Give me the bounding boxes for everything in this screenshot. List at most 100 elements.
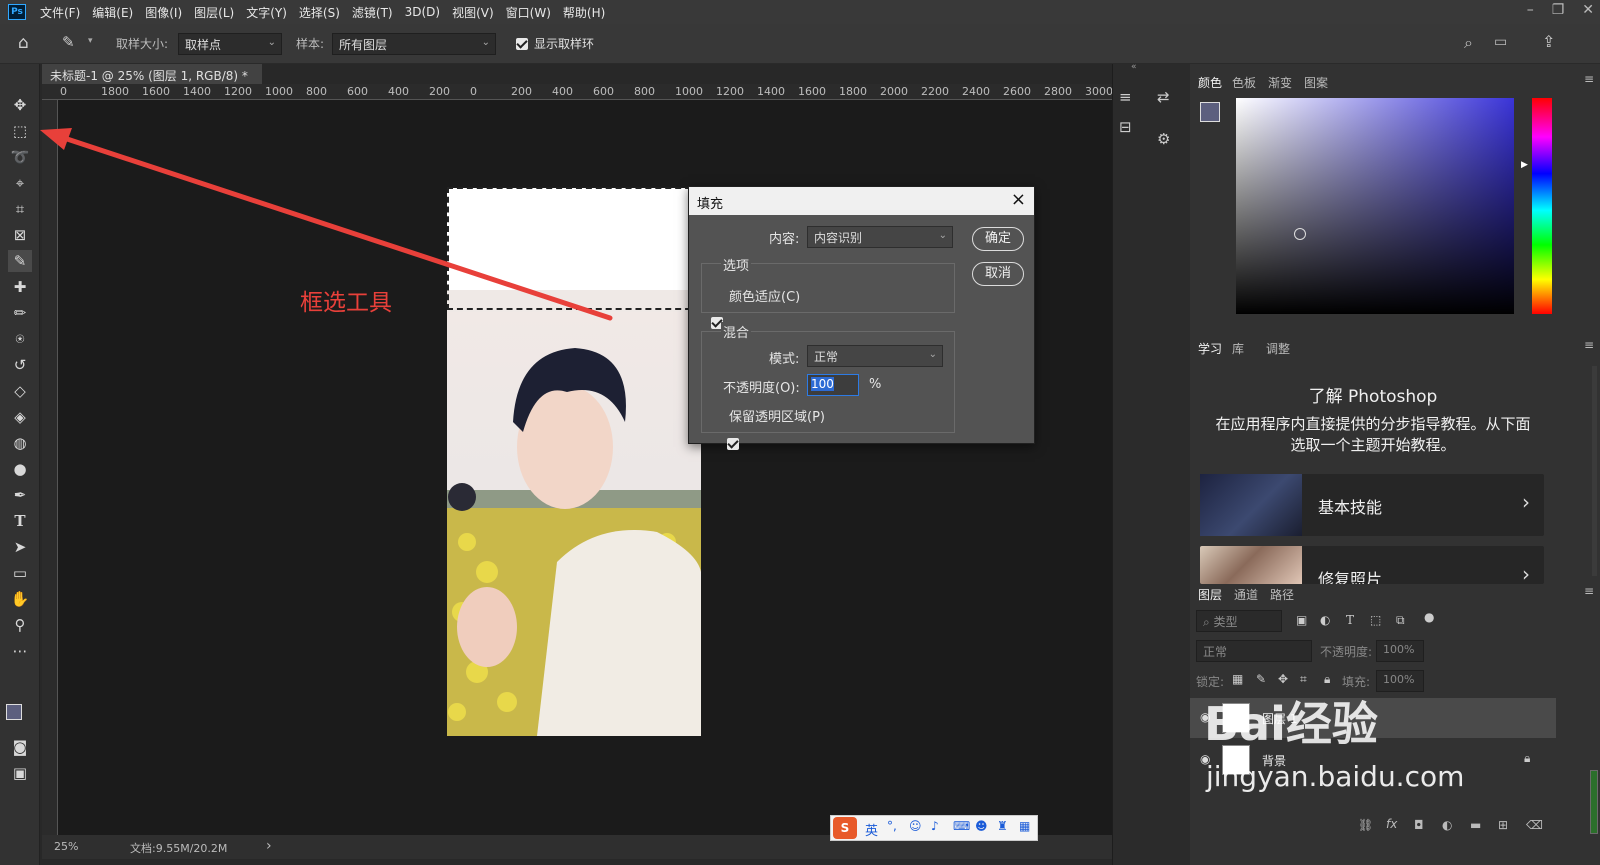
grid-icon[interactable]: ▦ xyxy=(1019,819,1030,833)
layer-filter-select[interactable]: ⌕ 类型 xyxy=(1196,610,1282,632)
paint-bucket-tool-icon[interactable]: ◈ xyxy=(8,406,32,428)
adjustment-icon[interactable]: ◐ xyxy=(1442,818,1452,832)
learn-scrollbar[interactable] xyxy=(1592,366,1597,576)
fx-icon[interactable]: fx xyxy=(1386,817,1397,831)
properties-icon[interactable]: ⚙ xyxy=(1157,130,1170,148)
panel-menu-icon[interactable]: ≡ xyxy=(1584,584,1594,598)
layers-scrollbar[interactable] xyxy=(1590,770,1598,834)
history-icon[interactable]: ⇄ xyxy=(1157,88,1170,106)
more-tools-icon[interactable]: ⋯ xyxy=(8,640,32,662)
brush-tool-icon[interactable]: ✏ xyxy=(8,302,32,324)
blend-mode-select[interactable]: 正常 xyxy=(1196,640,1312,662)
punct-icon[interactable]: °, xyxy=(887,819,897,833)
type-tool-icon[interactable]: T xyxy=(8,510,32,532)
stamp-tool-icon[interactable]: ⍟ xyxy=(8,328,32,350)
shape-filter-icon[interactable]: ⬚ xyxy=(1370,613,1381,627)
type-filter-icon[interactable]: T xyxy=(1346,613,1354,627)
quick-select-tool-icon[interactable]: ⌖ xyxy=(8,172,32,194)
ime-lang[interactable]: 英 xyxy=(865,820,878,839)
lasso-tool-icon[interactable]: ➰ xyxy=(8,146,32,168)
preserve-transparency-checkbox[interactable] xyxy=(726,438,739,450)
tab-gradients[interactable]: 渐变 xyxy=(1268,74,1292,91)
frame-tool-icon[interactable]: ⊠ xyxy=(8,224,32,246)
hue-slider-marker-icon[interactable]: ▶ xyxy=(1521,160,1528,170)
tab-color[interactable]: 颜色 xyxy=(1198,74,1222,91)
sample-select[interactable]: 所有图层 ⌄ xyxy=(332,33,496,55)
tab-swatches[interactable]: 色板 xyxy=(1232,74,1256,91)
eyedropper-icon[interactable]: ✎ xyxy=(62,33,75,51)
menu-file[interactable]: 文件(F) xyxy=(34,4,86,21)
panel-menu-icon[interactable]: ≡ xyxy=(1584,72,1594,86)
tab-patterns[interactable]: 图案 xyxy=(1304,74,1328,91)
menu-image[interactable]: 图像(I) xyxy=(139,4,188,21)
panel-menu-icon[interactable]: ≡ xyxy=(1584,338,1594,352)
foreground-swatch[interactable] xyxy=(1200,102,1220,122)
search-icon[interactable]: ⌕ xyxy=(1464,33,1473,53)
menu-view[interactable]: 视图(V) xyxy=(446,4,500,21)
chevron-down-icon[interactable]: ▾ xyxy=(88,36,93,46)
path-select-tool-icon[interactable]: ➤ xyxy=(8,536,32,558)
mask-icon[interactable]: ◘ xyxy=(1414,818,1424,832)
selection-marquee[interactable] xyxy=(447,187,701,310)
tab-layers[interactable]: 图层 xyxy=(1198,586,1222,603)
trash-icon[interactable]: ⌫ xyxy=(1526,818,1543,832)
healing-tool-icon[interactable]: ✚ xyxy=(8,276,32,298)
user-icon[interactable]: ☻ xyxy=(975,819,988,833)
content-select[interactable]: 内容识别 ⌄ xyxy=(807,226,953,248)
crop-tool-icon[interactable]: ⌗ xyxy=(8,198,32,220)
hand-tool-icon[interactable]: ✋ xyxy=(8,588,32,610)
marquee-tool-icon[interactable]: ⬚ xyxy=(8,120,32,142)
image-filter-icon[interactable]: ▣ xyxy=(1296,613,1307,627)
mic-icon[interactable]: ♪ xyxy=(931,819,939,833)
workspace-icon[interactable]: ▭ xyxy=(1494,34,1507,50)
tab-channels[interactable]: 通道 xyxy=(1234,586,1258,603)
history-brush-tool-icon[interactable]: ↺ xyxy=(8,354,32,376)
filter-toggle-icon[interactable]: ● xyxy=(1424,610,1434,624)
close-window-button[interactable]: ✕ xyxy=(1582,2,1594,18)
screen-mode-icon[interactable]: ▣ xyxy=(8,762,32,784)
show-ring-checkbox[interactable] xyxy=(516,38,528,50)
share-icon[interactable]: ⇪ xyxy=(1542,32,1555,51)
zoom-tool-icon[interactable]: ⚲ xyxy=(8,614,32,636)
menu-type[interactable]: 文字(Y) xyxy=(240,4,293,21)
restore-button[interactable]: ❐ xyxy=(1552,2,1565,18)
collapse-icon[interactable]: « xyxy=(1131,62,1137,72)
zoom-level[interactable]: 25% xyxy=(54,840,78,853)
quick-mask-icon[interactable]: ◙ xyxy=(8,736,32,758)
opacity-input[interactable]: 100 xyxy=(807,374,859,396)
brush-settings-icon[interactable]: ≡ xyxy=(1119,88,1132,106)
rectangle-tool-icon[interactable]: ▭ xyxy=(8,562,32,584)
cancel-button[interactable]: 取消 xyxy=(972,262,1024,286)
tab-adjustments[interactable]: 调整 xyxy=(1266,340,1290,357)
adjustment-filter-icon[interactable]: ◐ xyxy=(1320,613,1330,627)
eraser-tool-icon[interactable]: ◇ xyxy=(8,380,32,402)
tab-learn[interactable]: 学习 xyxy=(1198,340,1222,357)
close-icon[interactable]: × xyxy=(1011,189,1026,210)
smart-filter-icon[interactable]: ⧉ xyxy=(1396,613,1405,628)
shirt-icon[interactable]: ♜ xyxy=(997,819,1008,833)
tab-paths[interactable]: 路径 xyxy=(1270,586,1294,603)
pen-tool-icon[interactable]: ✒ xyxy=(8,484,32,506)
menu-edit[interactable]: 编辑(E) xyxy=(86,4,139,21)
menu-layer[interactable]: 图层(L) xyxy=(188,4,240,21)
learn-card-repair-photos[interactable]: 修复照片 › xyxy=(1200,546,1544,584)
home-icon[interactable]: ⌂ xyxy=(18,33,29,53)
hue-slider[interactable] xyxy=(1532,98,1552,314)
menu-help[interactable]: 帮助(H) xyxy=(557,4,611,21)
new-layer-icon[interactable]: ⊞ xyxy=(1498,818,1508,832)
mode-select[interactable]: 正常 ⌄ xyxy=(807,345,943,367)
sogou-icon[interactable]: S xyxy=(833,817,857,839)
tab-libraries[interactable]: 库 xyxy=(1232,340,1244,357)
picker-cursor[interactable] xyxy=(1294,228,1306,240)
ok-button[interactable]: 确定 xyxy=(972,227,1024,251)
foreground-color-swatch[interactable] xyxy=(6,704,22,720)
blur-tool-icon[interactable]: ◍ xyxy=(8,432,32,454)
keyboard-icon[interactable]: ⌨ xyxy=(953,819,970,833)
move-tool-icon[interactable]: ✥ xyxy=(8,94,32,116)
menu-window[interactable]: 窗口(W) xyxy=(500,4,557,21)
status-menu-arrow[interactable]: › xyxy=(266,838,272,854)
menu-filter[interactable]: 滤镜(T) xyxy=(346,4,399,21)
minimize-button[interactable]: – xyxy=(1527,2,1534,18)
eyedropper-tool-icon[interactable]: ✎ xyxy=(8,250,32,272)
menu-select[interactable]: 选择(S) xyxy=(293,4,346,21)
